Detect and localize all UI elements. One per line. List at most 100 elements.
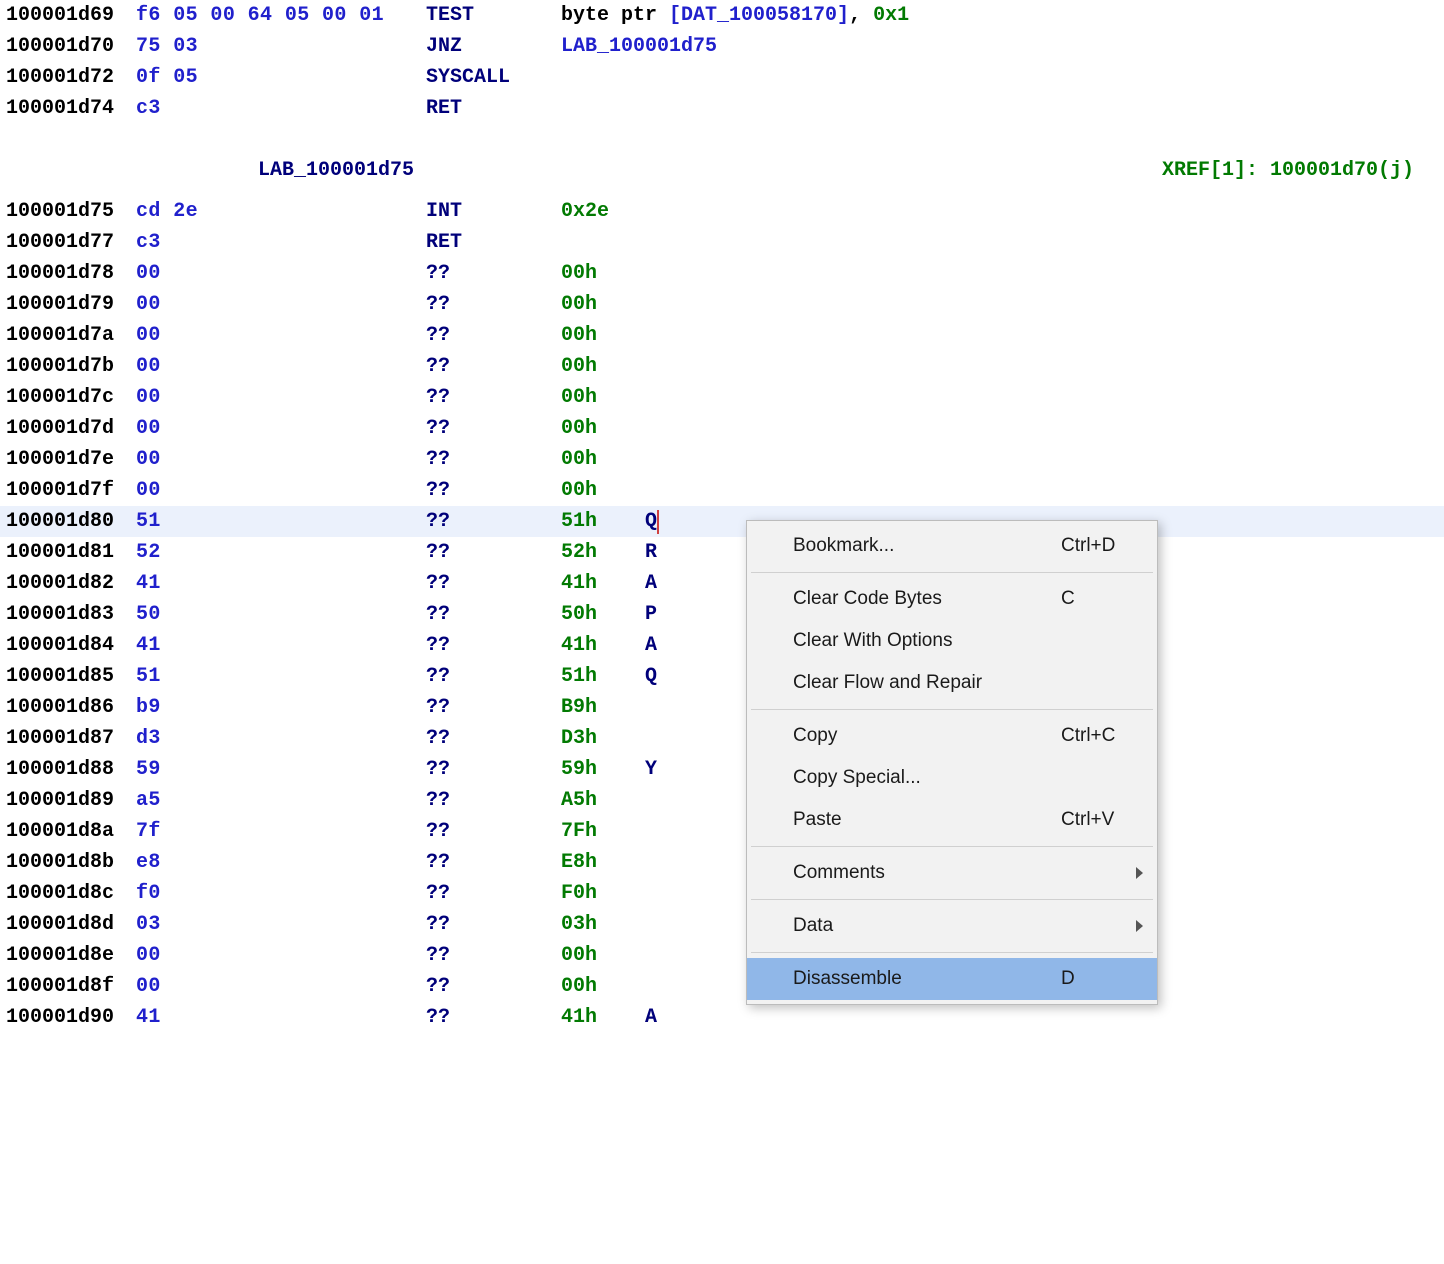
text-cursor bbox=[657, 510, 659, 534]
mnemonic-column: ?? bbox=[426, 909, 561, 940]
disassembly-row[interactable]: 100001d86b9??B9h bbox=[0, 692, 1444, 723]
mnemonic-column: ?? bbox=[426, 413, 561, 444]
bytes-column: d3 bbox=[136, 723, 426, 754]
context-menu[interactable]: Bookmark...Ctrl+D Clear Code BytesC Clear … bbox=[746, 520, 1158, 1005]
menu-separator bbox=[751, 899, 1153, 900]
mnemonic-column: ?? bbox=[426, 754, 561, 785]
operand-column: byte ptr [DAT_100058170], 0x1 bbox=[561, 0, 1444, 31]
disassembly-row[interactable]: 100001d8441??41h A bbox=[0, 630, 1444, 661]
menu-item-clear-with-options[interactable]: Clear With Options bbox=[747, 620, 1157, 662]
address-column: 100001d8a bbox=[6, 816, 136, 847]
menu-item-label: Clear With Options bbox=[793, 626, 1061, 655]
menu-item-shortcut: D bbox=[1061, 964, 1141, 993]
mnemonic-column: ?? bbox=[426, 568, 561, 599]
disassembly-row[interactable]: 100001d8cf0??F0h bbox=[0, 878, 1444, 909]
address-column: 100001d70 bbox=[6, 31, 136, 62]
operand-column: 41h A bbox=[561, 1002, 1444, 1033]
bytes-column: cd 2e bbox=[136, 196, 426, 227]
disassembly-row[interactable]: 100001d8a7f??7Fh bbox=[0, 816, 1444, 847]
bytes-column: 41 bbox=[136, 568, 426, 599]
disassembly-row[interactable]: 100001d8350??50h P bbox=[0, 599, 1444, 630]
disassembly-row[interactable]: 100001d9041??41h A bbox=[0, 1002, 1444, 1033]
disassembly-row[interactable]: 100001d7a00??00h bbox=[0, 320, 1444, 351]
disassembly-row[interactable]: 100001d8152??52h R bbox=[0, 537, 1444, 568]
disassembly-row[interactable]: 100001d89a5??A5h bbox=[0, 785, 1444, 816]
menu-item-clear-flow-and-repair[interactable]: Clear Flow and Repair bbox=[747, 662, 1157, 704]
operand-column: 00h bbox=[561, 444, 1444, 475]
menu-item-copy[interactable]: CopyCtrl+C bbox=[747, 715, 1157, 757]
menu-item-comments[interactable]: Comments bbox=[747, 852, 1157, 894]
address-column: 100001d7e bbox=[6, 444, 136, 475]
menu-item-label: Copy Special... bbox=[793, 763, 1061, 792]
operand-column: 00h bbox=[561, 289, 1444, 320]
xref-label[interactable]: XREF[1]: 100001d70(j) bbox=[1162, 155, 1414, 186]
menu-item-clear-code-bytes[interactable]: Clear Code BytesC bbox=[747, 578, 1157, 620]
mnemonic-column: ?? bbox=[426, 723, 561, 754]
disassembly-row[interactable]: 100001d75cd 2eINT0x2e bbox=[0, 196, 1444, 227]
code-label[interactable]: LAB_100001d75 bbox=[258, 155, 414, 186]
menu-item-bookmark[interactable]: Bookmark...Ctrl+D bbox=[747, 525, 1157, 567]
menu-separator bbox=[751, 952, 1153, 953]
address-column: 100001d77 bbox=[6, 227, 136, 258]
disassembly-row[interactable]: 100001d69f6 05 00 64 05 00 01TESTbyte pt… bbox=[0, 0, 1444, 31]
disassembly-row[interactable]: 100001d8d03??03h bbox=[0, 909, 1444, 940]
disassembly-row[interactable]: 100001d7b00??00h bbox=[0, 351, 1444, 382]
address-column: 100001d82 bbox=[6, 568, 136, 599]
bytes-column: 51 bbox=[136, 506, 426, 537]
address-column: 100001d7d bbox=[6, 413, 136, 444]
menu-item-paste[interactable]: PasteCtrl+V bbox=[747, 799, 1157, 841]
mnemonic-column: INT bbox=[426, 196, 561, 227]
address-column: 100001d87 bbox=[6, 723, 136, 754]
menu-item-label: Paste bbox=[793, 805, 1061, 834]
operand-column: 00h bbox=[561, 258, 1444, 289]
menu-item-shortcut: C bbox=[1061, 584, 1141, 613]
disassembly-row[interactable]: 100001d7d00??00h bbox=[0, 413, 1444, 444]
address-column: 100001d74 bbox=[6, 93, 136, 124]
menu-item-copy-special[interactable]: Copy Special... bbox=[747, 757, 1157, 799]
bytes-column: 51 bbox=[136, 661, 426, 692]
disassembly-row[interactable]: 100001d77c3RET bbox=[0, 227, 1444, 258]
disassembly-row[interactable]: 100001d8859??59h Y bbox=[0, 754, 1444, 785]
mnemonic-column: ?? bbox=[426, 692, 561, 723]
menu-item-label: Clear Flow and Repair bbox=[793, 668, 1061, 697]
disassembly-row[interactable]: 100001d8241??41h A bbox=[0, 568, 1444, 599]
disassembly-row[interactable]: 100001d7f00??00h bbox=[0, 475, 1444, 506]
disassembly-row[interactable]: 100001d8051??51h Q bbox=[0, 506, 1444, 537]
bytes-column: 00 bbox=[136, 444, 426, 475]
operand-column: 0x2e bbox=[561, 196, 1444, 227]
bytes-column: 00 bbox=[136, 351, 426, 382]
address-column: 100001d8c bbox=[6, 878, 136, 909]
disassembly-row[interactable]: 100001d8551??51h Q bbox=[0, 661, 1444, 692]
menu-item-disassemble[interactable]: DisassembleD bbox=[747, 958, 1157, 1000]
bytes-column: f0 bbox=[136, 878, 426, 909]
disassembly-listing[interactable]: 100001d69f6 05 00 64 05 00 01TESTbyte pt… bbox=[0, 0, 1444, 1033]
mnemonic-column: TEST bbox=[426, 0, 561, 31]
mnemonic-column: ?? bbox=[426, 599, 561, 630]
menu-item-data[interactable]: Data bbox=[747, 905, 1157, 947]
disassembly-row[interactable]: 100001d74c3RET bbox=[0, 93, 1444, 124]
menu-item-label: Data bbox=[793, 911, 1061, 940]
mnemonic-column: ?? bbox=[426, 475, 561, 506]
disassembly-row[interactable]: 100001d7c00??00h bbox=[0, 382, 1444, 413]
disassembly-row[interactable]: 100001d8be8??E8h bbox=[0, 847, 1444, 878]
address-column: 100001d79 bbox=[6, 289, 136, 320]
code-label-row[interactable]: LAB_100001d75 XREF[1]: 100001d70(j) bbox=[0, 155, 1444, 186]
disassembly-row[interactable]: 100001d8f00??00h bbox=[0, 971, 1444, 1002]
bytes-column: 0f 05 bbox=[136, 62, 426, 93]
address-column: 100001d7b bbox=[6, 351, 136, 382]
disassembly-row[interactable]: 100001d87d3??D3h bbox=[0, 723, 1444, 754]
disassembly-row[interactable]: 100001d7800??00h bbox=[0, 258, 1444, 289]
disassembly-row[interactable]: 100001d8e00??00h bbox=[0, 940, 1444, 971]
mnemonic-column: ?? bbox=[426, 940, 561, 971]
disassembly-row[interactable]: 100001d7900??00h bbox=[0, 289, 1444, 320]
disassembly-row[interactable]: 100001d720f 05SYSCALL bbox=[0, 62, 1444, 93]
mnemonic-column: ?? bbox=[426, 382, 561, 413]
bytes-column: 7f bbox=[136, 816, 426, 847]
address-column: 100001d72 bbox=[6, 62, 136, 93]
mnemonic-column: ?? bbox=[426, 444, 561, 475]
disassembly-row[interactable]: 100001d7075 03JNZLAB_100001d75 bbox=[0, 31, 1444, 62]
address-column: 100001d7c bbox=[6, 382, 136, 413]
bytes-column: 41 bbox=[136, 630, 426, 661]
mnemonic-column: ?? bbox=[426, 351, 561, 382]
disassembly-row[interactable]: 100001d7e00??00h bbox=[0, 444, 1444, 475]
